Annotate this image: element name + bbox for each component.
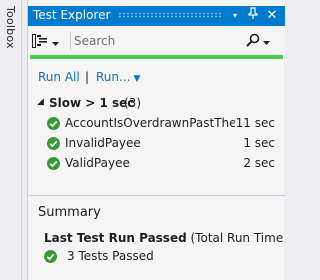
test-row[interactable]: InvalidPayee 1 sec: [28, 134, 285, 154]
test-name: ValidPayee: [65, 156, 130, 170]
last-run-detail: (Total Run Time 0:00:2: [190, 231, 286, 245]
search-button[interactable]: [246, 32, 276, 50]
run-menu-link[interactable]: Run... ▼: [96, 70, 140, 84]
run-all-link[interactable]: Run All: [38, 70, 80, 84]
passed-count: 3 Tests Passed: [67, 249, 154, 263]
last-run-label: Last Test Run Passed: [44, 231, 187, 245]
search-input[interactable]: [72, 31, 242, 51]
group-by-icon: [32, 33, 48, 51]
test-progress-bar: [30, 55, 283, 59]
chevron-down-icon: [263, 34, 270, 48]
toolbar: [28, 27, 285, 55]
passed-check-icon: [47, 137, 60, 150]
toolbox-tab[interactable]: Toolbox: [0, 0, 22, 280]
close-button[interactable]: ✕: [264, 7, 280, 24]
test-row[interactable]: ValidPayee 2 sec: [28, 154, 285, 174]
run-menu-label: Run...: [96, 70, 131, 84]
window-title: Test Explorer: [33, 8, 111, 22]
titlebar-grip: [118, 12, 223, 18]
toolbar-divider: [70, 32, 71, 50]
test-name: InvalidPayee: [65, 136, 141, 150]
expanded-triangle-icon[interactable]: ◢: [37, 97, 44, 107]
last-run-status: Last Test Run Passed (Total Run Time 0:0…: [44, 231, 285, 245]
window-titlebar: Test Explorer ▾ ✕: [28, 6, 285, 26]
passed-check-icon: [47, 117, 60, 130]
summary-title: Summary: [38, 205, 101, 220]
test-duration: 2 sec: [243, 156, 275, 170]
chevron-down-icon: ▼: [133, 74, 141, 84]
window-dropdown-button[interactable]: ▾: [227, 7, 243, 24]
test-group-slow[interactable]: ◢ Slow > 1 sec (3): [28, 94, 285, 114]
test-row[interactable]: AccountIsOverdrawnPastThe... 11 sec: [28, 114, 285, 134]
group-by-button[interactable]: [32, 33, 66, 51]
test-name: AccountIsOverdrawnPastThe...: [65, 116, 235, 130]
test-duration: 1 sec: [243, 136, 275, 150]
passed-check-icon: [47, 157, 60, 170]
chevron-down-icon: [52, 35, 59, 49]
search-icon: [246, 33, 260, 50]
test-duration: 11 sec: [235, 116, 275, 130]
summary-pane: Summary Last Test Run Passed (Total Run …: [28, 196, 285, 280]
group-count: (3): [124, 96, 141, 110]
test-tree: ◢ Slow > 1 sec (3) AccountIsOverdrawnPas…: [28, 94, 285, 174]
test-explorer-panel: Test Explorer ▾ ✕ Search Run All | Run..…: [27, 0, 285, 280]
run-bar: Run All | Run... ▼: [28, 60, 285, 94]
passed-check-icon: [44, 250, 57, 263]
pin-icon[interactable]: [245, 7, 261, 24]
run-bar-separator: |: [85, 70, 90, 84]
toolbox-label[interactable]: Toolbox: [4, 6, 17, 49]
group-name: Slow > 1 sec: [49, 96, 135, 110]
